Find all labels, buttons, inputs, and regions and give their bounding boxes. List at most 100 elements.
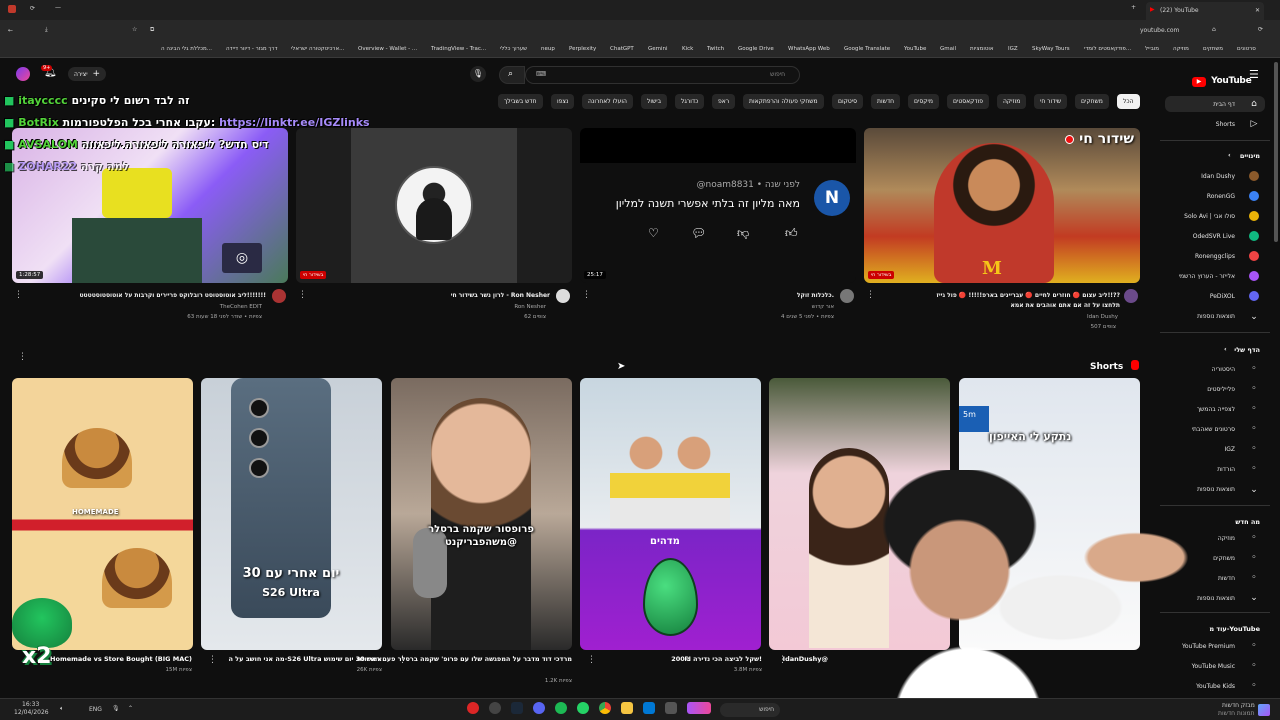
mic-icon[interactable]: 🎙︎ bbox=[470, 66, 486, 82]
bookmark-item[interactable]: WhatsApp Web bbox=[788, 46, 830, 52]
short-thumbnail[interactable]: פרופסור שקמה ברסלר @משהפבריקנט bbox=[391, 378, 572, 650]
video-thumbnail[interactable]: ◎ 1:28:57 bbox=[12, 128, 288, 283]
more-options-icon[interactable]: ⋮ bbox=[866, 290, 875, 300]
bookmark-item[interactable]: משחקים bbox=[1203, 46, 1223, 52]
video-thumbnail[interactable]: M שידור חי בשידור חי bbox=[864, 128, 1140, 283]
bookmark-item[interactable]: Google Drive bbox=[738, 46, 774, 52]
sidebar.you_items-item[interactable]: היסטוריה bbox=[1212, 366, 1235, 373]
more-options-icon[interactable]: ⋮ bbox=[582, 290, 591, 300]
new-tab-button[interactable]: + bbox=[1131, 4, 1136, 11]
bookmark-item[interactable]: שערוך כללי bbox=[500, 46, 527, 52]
shorts-more-options-icon[interactable]: ⋮ bbox=[18, 352, 27, 362]
short-title[interactable]: מה אני חושב על ה-S26 Ultra אחרי 30 יום ש… bbox=[228, 655, 382, 663]
chip-4[interactable]: פודקאסטים bbox=[947, 94, 990, 109]
reload-icon[interactable]: ⟳ bbox=[1258, 26, 1263, 33]
download-icon[interactable]: ⤓ bbox=[45, 26, 48, 34]
tray-chevron-icon[interactable]: ⌃ bbox=[128, 705, 133, 712]
sidebar.explore_items-item[interactable]: מוזיקה bbox=[1218, 535, 1235, 542]
bookmark-item[interactable]: IGZ bbox=[1008, 46, 1018, 52]
channel-avatar[interactable] bbox=[272, 289, 286, 303]
bookmark-item[interactable]: פודקאסטים לומדי... bbox=[1084, 46, 1131, 52]
video-channel[interactable]: Idan Dushy bbox=[1087, 314, 1118, 320]
taskbar-app-icon[interactable] bbox=[665, 702, 677, 714]
chip-9[interactable]: ראפ bbox=[712, 94, 736, 109]
short-thumbnail[interactable]: מדהים bbox=[580, 378, 761, 650]
taskbar-search[interactable]: חיפוש bbox=[720, 703, 780, 717]
video-title[interactable]: כלכלות זוקל. bbox=[797, 292, 834, 299]
chip-12[interactable]: הועלו לאחרונה bbox=[582, 94, 633, 109]
chip-8[interactable]: משחקי פעולה והרפתקאות bbox=[743, 94, 824, 109]
bookmark-item[interactable]: Overview - Wallet - ... bbox=[358, 46, 417, 52]
sidebar.subscriptions-item[interactable]: אלייזר - הערוץ הרשמי bbox=[1179, 273, 1235, 280]
more-options-icon[interactable]: ⋮ bbox=[208, 655, 217, 665]
chip-6[interactable]: חדשות bbox=[871, 94, 901, 109]
chip-14[interactable]: חדש בשבילך bbox=[498, 94, 543, 109]
short-title[interactable]: Homemade vs Store Bought (BIG MAC) bbox=[50, 655, 192, 663]
chip-3[interactable]: מוזיקה bbox=[997, 94, 1027, 109]
sidebar.you_items-item[interactable]: לצפייה בהמשך bbox=[1197, 406, 1235, 413]
news-widget-title[interactable]: מבזק חדשות bbox=[1222, 702, 1255, 709]
windows-start-icon[interactable] bbox=[1258, 704, 1270, 716]
video-title-line2[interactable]: תלחצו על זה אם אתם אוהבים את אמא bbox=[1011, 302, 1121, 309]
bookmark-item[interactable]: Gemini bbox=[648, 46, 668, 52]
you-header[interactable]: הדף שלי bbox=[1234, 346, 1260, 354]
spotify-icon[interactable] bbox=[555, 702, 567, 714]
active-tab[interactable]: ▶ (22) YouTube ✕ bbox=[1146, 2, 1264, 20]
channel-avatar[interactable] bbox=[840, 289, 854, 303]
sidebar.explore_items-item[interactable]: חדשות bbox=[1218, 575, 1235, 582]
video-thumbnail[interactable]: בשידור חי bbox=[296, 128, 572, 283]
sidebar.you_items-item[interactable]: IGZ bbox=[1224, 446, 1235, 453]
discord-icon[interactable] bbox=[533, 702, 545, 714]
chip-11[interactable]: בישול bbox=[641, 94, 668, 109]
bookmark-item[interactable]: מוזיקה bbox=[1173, 46, 1189, 52]
chip-13[interactable]: נצפו bbox=[551, 94, 575, 109]
more-options-icon[interactable]: ⋮ bbox=[778, 655, 787, 665]
chip-1[interactable]: משחקים bbox=[1075, 94, 1109, 109]
minimize-icon[interactable]: — bbox=[55, 4, 61, 11]
avatar[interactable] bbox=[16, 67, 30, 81]
keyboard-icon[interactable]: ⌨ bbox=[536, 70, 546, 78]
chip-0[interactable]: הכל bbox=[1117, 94, 1140, 109]
bookmark-item[interactable]: SkyWay Tours bbox=[1032, 46, 1070, 52]
video-title[interactable]: ליב עצום 🔴 חוזרים לחיים 🔴 עבריינים בארפ!… bbox=[936, 292, 1120, 299]
bookmark-item[interactable]: neup bbox=[541, 46, 555, 52]
tab-search-icon[interactable]: ⟳ bbox=[30, 5, 35, 12]
tab-close-icon[interactable]: ✕ bbox=[1255, 7, 1260, 14]
create-button[interactable]: יצירה + bbox=[68, 67, 107, 81]
bookmark-item[interactable]: Kick bbox=[682, 46, 693, 52]
steam-icon[interactable] bbox=[511, 702, 523, 714]
chip-2[interactable]: שידור חי bbox=[1034, 94, 1068, 109]
bookmark-item[interactable]: מובייל bbox=[1145, 46, 1159, 52]
sidebar.subscriptions-item[interactable]: RonenGG bbox=[1207, 193, 1235, 200]
more-options-icon[interactable]: ⋮ bbox=[14, 290, 23, 300]
mic-tray-icon[interactable]: 🎙︎ bbox=[112, 705, 120, 712]
chip-5[interactable]: מיקסים bbox=[908, 94, 939, 109]
sidebar-shorts-label[interactable]: Shorts bbox=[1216, 121, 1235, 128]
bookmark-item[interactable]: TradingView - Trac... bbox=[431, 46, 486, 52]
whatsapp-icon[interactable] bbox=[577, 702, 589, 714]
sidebar.you_items-item[interactable]: סרטונים שאהבתי bbox=[1192, 426, 1235, 433]
bookmark-item[interactable]: אוטומציות bbox=[970, 46, 994, 52]
short-thumbnail[interactable]: 30 יום אחרי עם S26 Ultra bbox=[201, 378, 382, 650]
channel-avatar[interactable] bbox=[556, 289, 570, 303]
volume-icon[interactable]: 🔈︎ bbox=[60, 705, 64, 713]
short-title[interactable]: 200₪ שקל לביצה הכי נדירה! bbox=[671, 655, 762, 663]
video-channel[interactable]: TheCohen EDIT bbox=[220, 304, 262, 310]
show-more-subs[interactable]: תוצאות נוספות bbox=[1197, 313, 1235, 320]
sidebar.subscriptions-item[interactable]: Solo Avi | סולו אבי bbox=[1184, 213, 1235, 220]
video-channel[interactable]: אור קדוש bbox=[812, 304, 834, 310]
chip-10[interactable]: כדורגל bbox=[675, 94, 705, 109]
youtube-logo[interactable]: ▶ YouTube bbox=[1192, 68, 1252, 87]
home-icon[interactable]: ⌂ bbox=[1212, 26, 1216, 33]
scrollbar[interactable] bbox=[1274, 62, 1278, 242]
bookmark-item[interactable]: מכללת גלי הבינה ה... bbox=[161, 46, 212, 52]
browser-menu-icon[interactable] bbox=[8, 5, 16, 13]
file-explorer-icon[interactable] bbox=[621, 702, 633, 714]
channel-avatar[interactable] bbox=[1124, 289, 1138, 303]
search-button[interactable]: ⌕ bbox=[499, 66, 525, 84]
sidebar.subscriptions-item[interactable]: PeDiXOL bbox=[1210, 293, 1235, 300]
taskbar-app-icon[interactable] bbox=[489, 702, 501, 714]
more-options-icon[interactable]: ⋮ bbox=[587, 655, 596, 665]
short-title[interactable]: מרדכי דוד מדבר על המפגשה שלו עם פרופ' שק… bbox=[357, 655, 572, 663]
store-icon[interactable] bbox=[643, 702, 655, 714]
